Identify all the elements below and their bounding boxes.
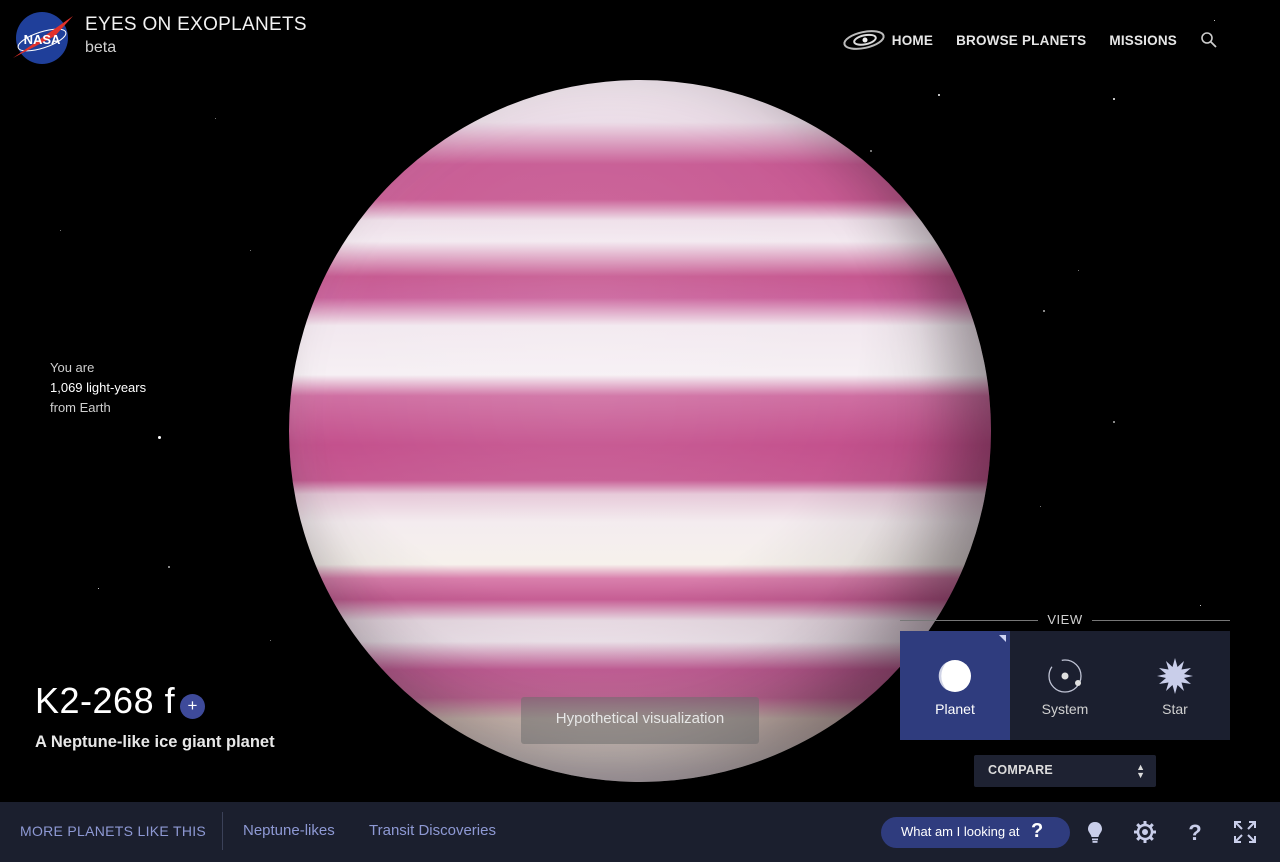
svg-text:?: ? (1188, 820, 1201, 844)
star-dot (158, 436, 161, 439)
nav-missions[interactable]: MISSIONS (1109, 33, 1177, 48)
star-dot (1200, 605, 1201, 606)
compare-dropdown[interactable]: COMPARE ▲ ▼ (974, 755, 1156, 787)
view-selector: Planet System Star (900, 631, 1230, 740)
star-dot (870, 150, 872, 152)
app-title: EYES ON EXOPLANETS (85, 14, 307, 35)
nasa-logo[interactable]: NASA (11, 10, 75, 66)
star-dot (98, 588, 99, 589)
view-star-button[interactable]: Star (1120, 631, 1230, 740)
question-icon: ? (1031, 820, 1044, 842)
star-dot (1214, 20, 1215, 21)
app-subtitle: beta (85, 39, 117, 56)
star-icon (1157, 658, 1193, 694)
lightbulb-icon[interactable] (1083, 820, 1107, 844)
category-neptune-likes[interactable]: Neptune-likes (243, 822, 335, 839)
star-dot (215, 118, 216, 119)
hypothetical-visualization-label: Hypothetical visualization (521, 697, 759, 744)
star-dot (1113, 421, 1115, 423)
nav-browse-planets[interactable]: BROWSE PLANETS (956, 33, 1086, 48)
planet-description: A Neptune-like ice giant planet (35, 733, 275, 751)
star-dot (1043, 310, 1045, 312)
view-star-label: Star (1162, 701, 1188, 717)
compare-label: COMPARE (988, 763, 1054, 777)
bottom-bar: MORE PLANETS LIKE THIS Neptune-likes Tra… (0, 802, 1280, 862)
svg-text:NASA: NASA (24, 32, 61, 47)
star-dot (1040, 506, 1041, 507)
what-am-i-looking-at-button[interactable]: What am I looking at ? (881, 817, 1070, 848)
main-nav: HOME BROWSE PLANETS MISSIONS (842, 28, 1218, 52)
settings-gear-icon[interactable] (1133, 820, 1157, 844)
distance-readout: You are 1,069 light-years from Earth (50, 358, 146, 418)
view-planet-label: Planet (935, 701, 975, 717)
view-divider-right (1092, 620, 1230, 621)
view-planet-button[interactable]: Planet (900, 631, 1010, 740)
active-corner-marker (999, 635, 1006, 642)
add-to-compare-button[interactable]: + (180, 694, 205, 719)
what-am-i-looking-at-label: What am I looking at (901, 824, 1020, 839)
fullscreen-icon[interactable] (1233, 820, 1257, 844)
planet-icon (938, 660, 971, 692)
category-transit-discoveries[interactable]: Transit Discoveries (369, 822, 496, 839)
star-dot (250, 250, 251, 251)
star-dot (270, 640, 271, 641)
view-system-button[interactable]: System (1010, 631, 1120, 740)
distance-value: 1,069 light-years (50, 380, 147, 395)
search-icon[interactable] (1200, 31, 1218, 49)
galaxy-icon[interactable] (842, 28, 886, 52)
distance-line-1: You are (50, 360, 95, 375)
star-dot (60, 230, 61, 231)
planet-visualization[interactable] (289, 80, 991, 782)
view-label: VIEW (1047, 612, 1083, 627)
dropdown-arrows-icon: ▲ ▼ (1136, 762, 1145, 780)
star-dot (938, 94, 940, 96)
distance-line-3: from Earth (50, 400, 111, 415)
planet-name: K2-268 f (35, 680, 176, 721)
view-system-label: System (1041, 701, 1089, 717)
star-dot (1078, 270, 1079, 271)
star-dot (1113, 98, 1115, 100)
bottom-divider (222, 812, 223, 850)
help-icon[interactable]: ? (1183, 820, 1207, 844)
system-icon (1048, 659, 1082, 693)
nav-home[interactable]: HOME (892, 33, 933, 48)
planet-shading (289, 80, 991, 782)
more-planets-label: MORE PLANETS LIKE THIS (20, 823, 207, 839)
view-divider-left (900, 620, 1038, 621)
star-dot (168, 566, 170, 568)
